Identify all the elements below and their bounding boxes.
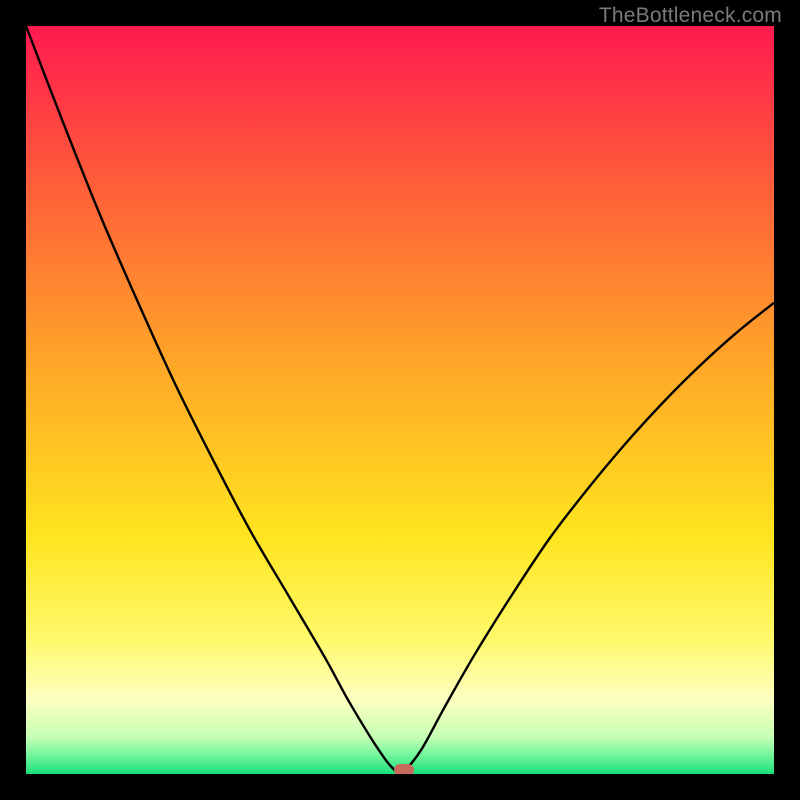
- bottleneck-curve: [26, 26, 774, 774]
- watermark-text: TheBottleneck.com: [599, 4, 782, 28]
- chart-frame: TheBottleneck.com: [0, 0, 800, 800]
- curve-svg: [26, 26, 774, 774]
- optimum-marker: [394, 764, 414, 774]
- plot-area: [26, 26, 774, 774]
